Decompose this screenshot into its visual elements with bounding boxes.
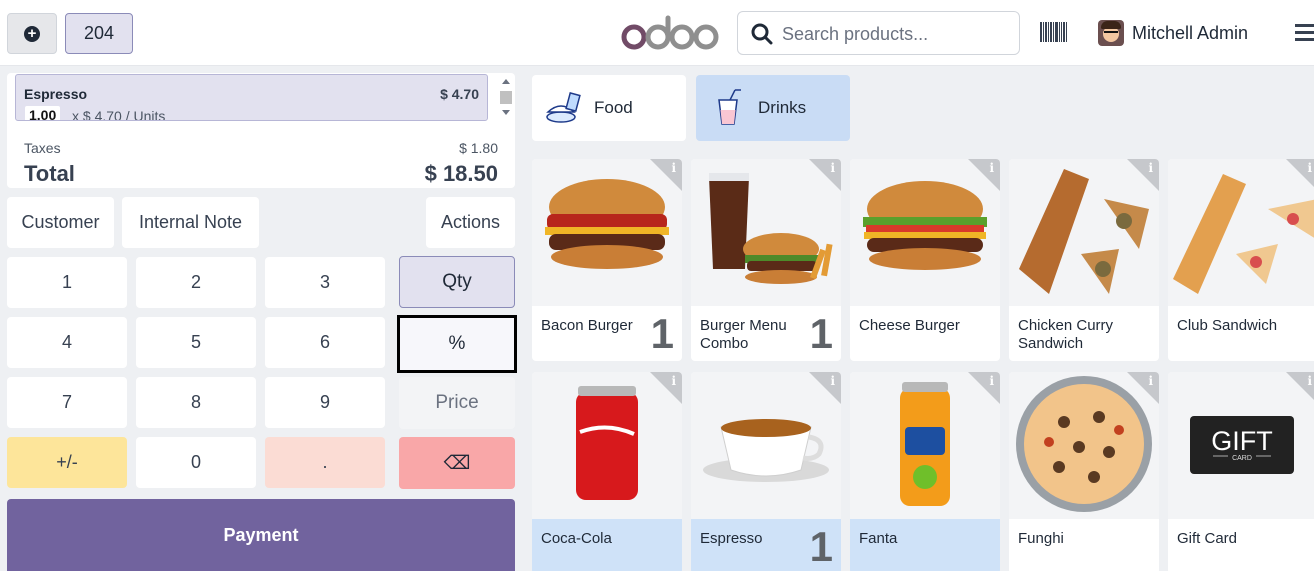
backspace-icon: ⌫	[443, 452, 471, 474]
search-bar	[737, 11, 1020, 55]
taxes-label: Taxes	[24, 140, 61, 156]
numpad-key-3[interactable]: 3	[265, 257, 385, 308]
scroll-down-icon	[502, 110, 510, 115]
scroll-up-icon	[502, 79, 510, 84]
decimal-point-button[interactable]: .	[265, 437, 385, 488]
internal-note-button[interactable]: Internal Note	[122, 197, 259, 248]
qty-mode-button[interactable]: Qty	[399, 256, 515, 308]
order-scrollbar[interactable]	[498, 73, 514, 123]
order-line-qty: 1.00	[25, 106, 61, 120]
numpad-key-9[interactable]: 9	[265, 377, 385, 428]
user-menu[interactable]: Mitchell Admin	[1098, 20, 1248, 46]
product-card-gift-card[interactable]: GIFT CARD i Gift Card	[1168, 372, 1314, 571]
numpad-key-5[interactable]: 5	[136, 317, 256, 368]
product-card-chicken-curry-sandwich[interactable]: i Chicken Curry Sandwich	[1009, 159, 1159, 361]
numpad-key-2[interactable]: 2	[136, 257, 256, 308]
hamburger-menu-icon[interactable]	[1295, 24, 1314, 41]
total-value: $ 18.50	[424, 161, 498, 186]
product-card-funghi[interactable]: i Funghi	[1009, 372, 1159, 571]
numpad-key-0[interactable]: 0	[136, 437, 256, 488]
info-icon[interactable]: i	[671, 374, 676, 388]
backspace-button[interactable]: ⌫	[399, 437, 515, 489]
product-panel: Food Drinks i Bacon Burger 1 i Burger Me…	[522, 66, 1314, 571]
info-icon[interactable]: i	[1148, 161, 1153, 175]
plus-minus-button[interactable]: +/-	[7, 437, 127, 488]
info-icon[interactable]: i	[671, 161, 676, 175]
info-icon[interactable]: i	[1307, 374, 1312, 388]
category-label: Drinks	[758, 98, 807, 117]
product-name: Gift Card	[1177, 530, 1238, 547]
category-drinks[interactable]: Drinks	[696, 75, 850, 141]
order-line[interactable]: Espresso $ 4.70 1.00 x $ 4.70 / Units	[15, 74, 488, 121]
product-name: Cheese Burger	[859, 317, 960, 334]
info-icon[interactable]: i	[830, 161, 835, 175]
product-qty: 1	[809, 523, 833, 570]
svg-text:CARD: CARD	[1232, 455, 1252, 462]
product-name: Coca-Cola	[541, 530, 612, 547]
taxes-value: $ 1.80	[459, 140, 498, 156]
order-tab-button[interactable]: 204	[65, 13, 133, 54]
drinks-icon	[718, 89, 741, 125]
info-icon[interactable]: i	[1307, 161, 1312, 175]
product-name: Espresso	[700, 530, 763, 547]
scroll-thumb	[500, 91, 512, 104]
product-name: Bacon Burger	[541, 317, 633, 334]
category-label: Food	[594, 98, 633, 117]
payment-button[interactable]: Payment	[7, 499, 515, 571]
order-line-price: $ 4.70	[440, 86, 479, 102]
plus-icon: +	[24, 25, 40, 42]
food-icon	[546, 92, 581, 123]
customer-button[interactable]: Customer	[7, 197, 114, 248]
avatar	[1098, 20, 1124, 46]
order-panel: Espresso $ 4.70 1.00 x $ 4.70 / Units Ta…	[0, 66, 522, 571]
top-bar: + 204 Mitchell Admin	[0, 0, 1314, 66]
numpad-key-6[interactable]: 6	[265, 317, 385, 368]
search-input[interactable]	[782, 20, 1010, 48]
search-icon	[751, 23, 773, 45]
info-icon[interactable]: i	[989, 161, 994, 175]
actions-button[interactable]: Actions	[426, 197, 515, 248]
product-card-espresso[interactable]: i Espresso 1	[691, 372, 841, 571]
product-name: Funghi	[1018, 530, 1064, 547]
new-order-button[interactable]: +	[7, 13, 57, 54]
product-name: Chicken Curry Sandwich	[1018, 317, 1114, 352]
discount-mode-button[interactable]: %	[397, 315, 517, 373]
product-card-burger-menu-combo[interactable]: i Burger Menu Combo 1	[691, 159, 841, 361]
product-qty: 1	[809, 310, 833, 357]
numpad-key-8[interactable]: 8	[136, 377, 256, 428]
order-line-name: Espresso	[24, 86, 88, 102]
info-icon[interactable]: i	[989, 374, 994, 388]
product-card-bacon-burger[interactable]: i Bacon Burger 1	[532, 159, 682, 361]
product-name: Club Sandwich	[1177, 317, 1278, 334]
numpad-key-7[interactable]: 7	[7, 377, 127, 428]
product-name: Burger Menu Combo	[700, 317, 787, 352]
barcode-icon[interactable]	[1040, 22, 1068, 42]
order-line-unit-price: x $ 4.70 / Units	[72, 108, 166, 121]
product-card-club-sandwich[interactable]: i Club Sandwich	[1168, 159, 1314, 361]
price-mode-button[interactable]: Price	[399, 377, 515, 429]
total-label: Total	[24, 161, 75, 186]
category-food[interactable]: Food	[532, 75, 686, 141]
product-card-coca-cola[interactable]: i Coca-Cola	[532, 372, 682, 571]
numpad-key-4[interactable]: 4	[7, 317, 127, 368]
user-name: Mitchell Admin	[1132, 22, 1249, 43]
product-qty: 1	[650, 310, 674, 357]
product-name: Fanta	[859, 530, 898, 547]
info-icon[interactable]: i	[830, 374, 835, 388]
product-card-fanta[interactable]: i Fanta	[850, 372, 1000, 571]
info-icon[interactable]: i	[1148, 374, 1153, 388]
product-card-cheese-burger[interactable]: i Cheese Burger	[850, 159, 1000, 361]
odoo-logo	[621, 15, 719, 50]
svg-text:GIFT: GIFT	[1211, 426, 1273, 456]
numpad-key-1[interactable]: 1	[7, 257, 127, 308]
order-summary: Espresso $ 4.70 1.00 x $ 4.70 / Units Ta…	[7, 73, 515, 188]
